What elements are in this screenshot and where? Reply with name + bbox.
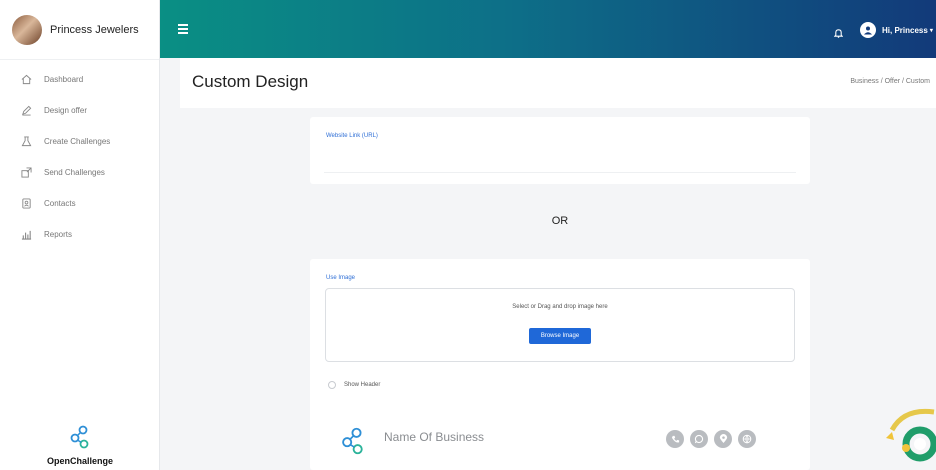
- brand-avatar: [12, 14, 42, 45]
- page-title: Custom Design: [192, 72, 309, 91]
- business-tagline: [384, 446, 484, 452]
- flask-icon: [20, 136, 32, 148]
- sidebar-item-label: Create Challenges: [44, 137, 111, 146]
- sidebar-item-send-challenges[interactable]: Send Challenges: [0, 157, 159, 188]
- website-link-label: Website Link (URL): [326, 133, 378, 139]
- show-header-label: Show Header: [344, 382, 381, 388]
- business-logo-icon: [342, 427, 363, 455]
- sidebar-item-label: Dashboard: [44, 75, 84, 84]
- send-icon: [20, 167, 32, 179]
- bell-icon[interactable]: [833, 25, 844, 43]
- pencil-icon: [20, 105, 32, 117]
- location-icon[interactable]: [714, 430, 732, 448]
- phone-icon[interactable]: [666, 430, 684, 448]
- browse-image-button[interactable]: Browse Image: [528, 328, 592, 344]
- sidebar-item-contacts[interactable]: Contacts: [0, 188, 159, 219]
- sidebar-item-label: Design offer: [44, 106, 87, 115]
- openchallenge-logo-icon: [70, 425, 89, 449]
- brand-name: Princess Jewelers: [50, 23, 139, 36]
- dropzone-hint: [326, 313, 794, 320]
- user-menu[interactable]: Hi, Princess ▾: [860, 22, 933, 38]
- website-link-input[interactable]: [324, 149, 796, 173]
- header-preview: Name Of Business: [340, 427, 484, 455]
- sidebar-item-design-offer[interactable]: Design offer: [0, 95, 159, 126]
- help-badge[interactable]: [882, 404, 936, 470]
- show-header-option[interactable]: Show Header: [328, 381, 380, 389]
- brand[interactable]: Princess Jewelers: [0, 0, 159, 60]
- sidebar-item-reports[interactable]: Reports: [0, 219, 159, 250]
- dropzone-text: Select or Drag and drop image here: [512, 304, 608, 310]
- topbar: Hi, Princess ▾: [160, 0, 936, 58]
- home-icon: [20, 74, 32, 86]
- user-name: Hi, Princess: [882, 25, 928, 35]
- business-name: Name Of Business: [384, 430, 485, 444]
- openchallenge-logo: OpenChallenge: [0, 425, 160, 466]
- breadcrumb: Business / Offer / Custom: [850, 78, 930, 85]
- chart-icon: [20, 229, 32, 241]
- whatsapp-icon[interactable]: [690, 430, 708, 448]
- or-divider: OR: [551, 215, 569, 227]
- sidebar: Princess Jewelers Dashboard Design offer…: [0, 0, 160, 470]
- contacts-icon: [20, 198, 32, 210]
- contact-icons: [666, 430, 762, 448]
- image-dropzone[interactable]: Select or Drag and drop image here Brows…: [325, 288, 795, 362]
- user-avatar: [860, 22, 876, 38]
- sidebar-nav: Dashboard Design offer Create Challenges…: [0, 60, 159, 250]
- sidebar-item-label: Contacts: [44, 199, 76, 208]
- openchallenge-logo-name: OpenChallenge: [46, 456, 113, 466]
- sidebar-item-label: Reports: [44, 230, 73, 239]
- globe-icon[interactable]: [738, 430, 756, 448]
- page-header: Custom Design Business / Offer / Custom: [180, 58, 936, 108]
- menu-toggle-icon[interactable]: [178, 24, 188, 36]
- sidebar-item-dashboard[interactable]: Dashboard: [0, 64, 159, 95]
- use-image-card: Use Image Select or Drag and drop image …: [310, 259, 810, 470]
- use-image-label: Use Image: [326, 275, 356, 281]
- chevron-down-icon: ▾: [929, 27, 933, 34]
- show-header-radio[interactable]: [328, 381, 336, 389]
- chat-badge-icon: [886, 408, 936, 462]
- sidebar-item-create-challenges[interactable]: Create Challenges: [0, 126, 159, 157]
- website-link-card: Website Link (URL): [310, 117, 810, 184]
- sidebar-item-label: Send Challenges: [44, 168, 105, 177]
